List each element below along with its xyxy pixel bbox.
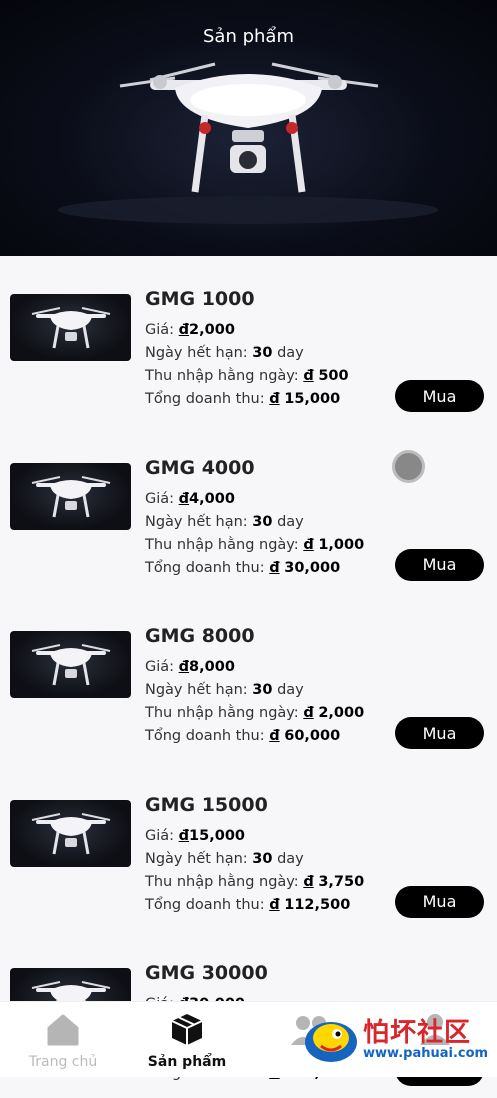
buy-button[interactable]: Mua	[395, 717, 484, 749]
product-name: GMG 8000	[145, 625, 255, 647]
watermark-logo: 怕坏社区 www.pahuai.com	[301, 1008, 491, 1070]
daily-income-value: 500	[318, 368, 349, 384]
days-value: 30	[252, 513, 273, 530]
price-row: Giá: đ8,000	[145, 659, 235, 675]
daily-income-row: Thu nhập hằng ngày: đ 3,750	[145, 873, 365, 890]
product-name: GMG 15000	[145, 793, 268, 816]
product-card: GMG 8000 Giá: đ8,000 Ngày hết hạn: 30 day T…	[0, 593, 497, 761]
buy-button[interactable]: Mua	[395, 548, 484, 581]
nav-products[interactable]: Sản phẩm	[132, 1010, 242, 1070]
expiry-row: Ngày hết hạn: 30 day	[145, 850, 304, 867]
total-revenue-value: 15,000	[284, 391, 341, 407]
product-card: GMG 1000 Giá: đ2,000 Ngày hết hạn: 30 day T…	[0, 256, 497, 424]
total-revenue-value: 60,000	[284, 728, 341, 744]
total-revenue-value: 30,000	[284, 559, 341, 576]
fish-logo-icon	[305, 1022, 357, 1062]
product-card: GMG 15000 Giá: đ15,000 Ngày hết hạn: 30 da…	[0, 762, 497, 930]
price-row: Giá: đ4,000	[145, 490, 235, 507]
daily-income-value: 1,000	[318, 536, 365, 553]
product-image	[10, 799, 131, 867]
days-value: 30	[252, 850, 273, 867]
price-row: Giá: đ15,000	[145, 827, 246, 844]
hero-banner: Sản phẩm	[0, 0, 497, 256]
days-value: 30	[252, 682, 273, 698]
price-value: 8,000	[189, 659, 235, 675]
total-revenue-row: Tổng doanh thu: đ 60,000	[145, 728, 341, 744]
product-card: GMG 4000 Giá: đ4,000 Ngày hết hạn: 30 day T…	[0, 425, 497, 593]
buy-button[interactable]: Mua	[395, 885, 484, 918]
price-row: Giá: đ2,000	[145, 322, 235, 338]
page-title: Sản phẩm	[203, 26, 294, 47]
total-revenue-value: 112,500	[284, 896, 351, 913]
buy-button[interactable]: Mua	[395, 380, 484, 412]
days-value: 30	[252, 345, 273, 361]
box-icon	[132, 1010, 242, 1048]
total-revenue-row: Tổng doanh thu: đ 30,000	[145, 559, 341, 576]
total-revenue-row: Tổng doanh thu: đ 15,000	[145, 391, 341, 407]
price-value: 2,000	[189, 322, 235, 338]
expiry-row: Ngày hết hạn: 30 day	[145, 513, 304, 530]
daily-income-value: 3,750	[318, 873, 365, 890]
price-value: 15,000	[189, 827, 246, 844]
total-revenue-row: Tổng doanh thu: đ 112,500	[145, 896, 351, 913]
daily-income-row: Thu nhập hằng ngày: đ 1,000	[145, 536, 365, 553]
expiry-row: Ngày hết hạn: 30 day	[145, 682, 304, 698]
daily-income-value: 2,000	[318, 705, 365, 721]
daily-income-row: Thu nhập hằng ngày: đ 500	[145, 368, 349, 384]
price-value: 4,000	[189, 490, 235, 507]
product-name: GMG 1000	[145, 288, 255, 310]
product-name: GMG 4000	[145, 456, 255, 479]
product-image	[10, 631, 131, 698]
daily-income-row: Thu nhập hằng ngày: đ 2,000	[145, 705, 365, 721]
product-image	[10, 294, 131, 361]
expiry-row: Ngày hết hạn: 30 day	[145, 345, 304, 361]
home-icon	[8, 1010, 118, 1048]
nav-home[interactable]: Trang chủ	[8, 1010, 118, 1070]
floating-assistive-button[interactable]	[392, 450, 425, 483]
product-image	[10, 462, 131, 530]
product-name: GMG 30000	[145, 962, 268, 984]
